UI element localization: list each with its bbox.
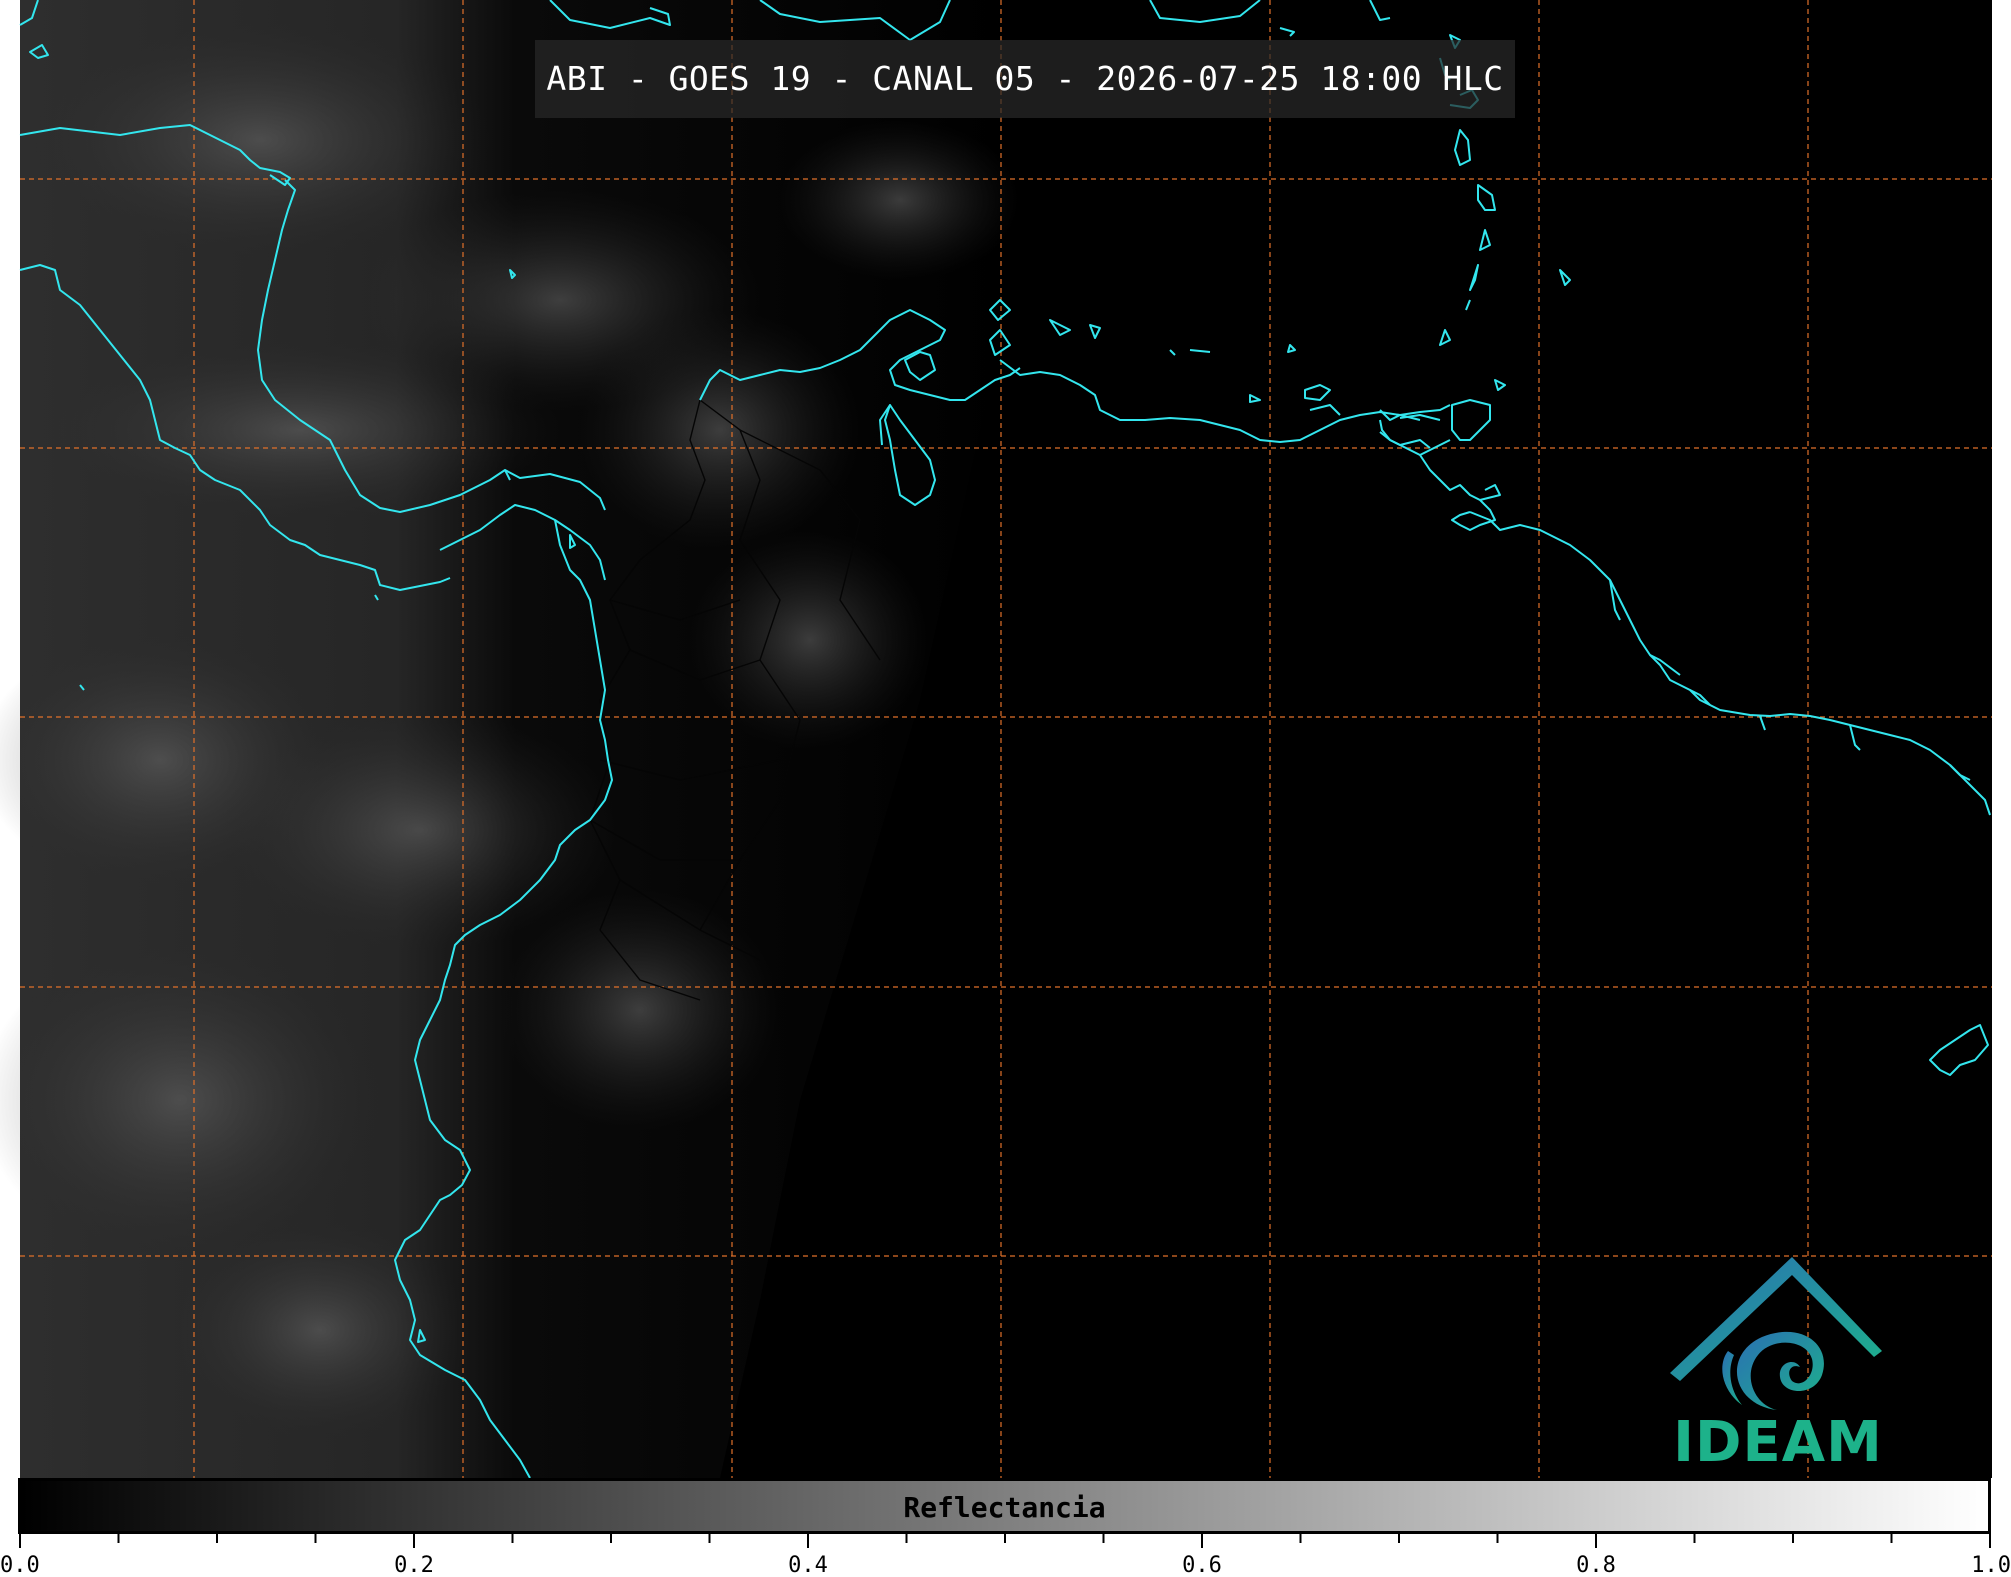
colorbar-tick-label: 0.4 (788, 1553, 828, 1577)
colorbar-tick-label: 0.8 (1576, 1553, 1616, 1577)
colorbar-tick-label: 0.2 (394, 1553, 434, 1577)
satellite-image-view: ABI - GOES 19 - CANAL 05 - 2026-07-25 18… (0, 0, 2011, 1577)
colorbar-ticks: 0.0 0.2 0.4 0.6 0.8 1.0 (0, 1534, 2011, 1577)
colorbar-tick-label: 1.0 (1971, 1553, 2011, 1577)
colorbar-tick-label: 0.0 (0, 1553, 40, 1577)
colorbar-tick-label: 0.6 (1182, 1553, 1222, 1577)
